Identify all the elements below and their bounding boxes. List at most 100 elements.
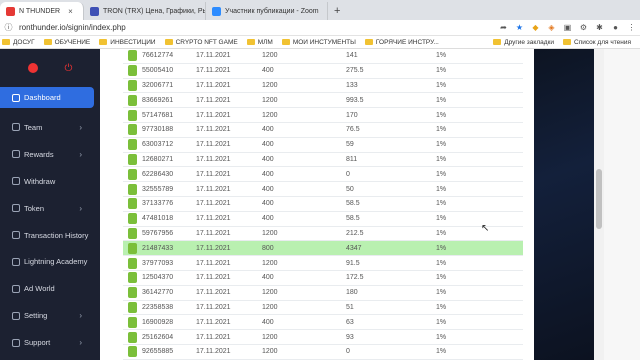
bookmark-folder[interactable]: ОБУЧЕНИЕ [43,39,90,46]
table-row: 83669261 17.11.2021 1200 993.5 1% [123,93,523,109]
transaction-amount: 1200 [262,96,278,104]
background-panel [534,49,594,360]
sidebar-item-dashboard[interactable]: Dashboard [0,87,94,108]
bookmark-folder[interactable]: Список для чтения [563,39,631,46]
browser-tab[interactable]: TRON (TRX) Цена, Графики, Ры...× [84,2,206,20]
extension-icon[interactable]: ⚙ [579,23,588,32]
transaction-id: 12680271 [142,155,174,163]
sidebar-item-lightning-academy[interactable]: Lightning Academy [0,248,100,275]
table-row: 37133776 17.11.2021 400 58.5 1% [123,197,523,212]
transaction-amount: 1200 [262,333,278,341]
close-icon[interactable]: × [68,7,73,16]
transaction-percent: 1% [436,155,447,163]
transaction-date: 17.11.2021 [196,81,231,89]
team-icon [12,123,20,132]
transaction-reward: 51 [346,303,354,311]
transaction-percent: 1% [436,244,447,252]
table-row: 97730188 17.11.2021 400 76.5 1% [123,123,523,138]
transaction-date: 17.11.2021 [196,126,231,134]
page-scrollbar[interactable] [594,49,604,360]
transaction-reward: 76.5 [346,126,360,134]
sidebar-item-token[interactable]: Token › [0,195,100,222]
sidebar-item-label: Dashboard [24,93,61,102]
transaction-reward: 993.5 [346,96,364,104]
sidebar-item-team[interactable]: Team › [0,114,100,141]
bookmark-folder[interactable]: CRYPTO NFT GAME [164,38,238,46]
info-icon[interactable]: ⓘ [4,22,13,33]
sidebar-item-support[interactable]: Support › [0,329,100,356]
transaction-date: 17.11.2021 [196,303,231,311]
level-badge-icon [128,124,137,136]
table-row: 21487433 17.11.2021 800 4347 1% [123,241,523,257]
bookmark-folder[interactable]: МОИ ИНСТУМЕНТЫ [281,39,356,46]
transaction-date: 17.11.2021 [196,96,231,104]
extension-icon[interactable]: ◆ [531,23,540,32]
sidebar: ⏻ Dashboard Team › Rewards › Withdraw Token › Tr… [0,49,100,360]
transaction-percent: 1% [436,274,447,282]
transaction-percent: 1% [436,303,447,311]
sidebar-item-rewards[interactable]: Rewards › [0,141,100,168]
transaction-reward: 91.5 [346,259,360,267]
bookmark-folder[interactable]: МЛМ [246,39,273,46]
transaction-percent: 1% [436,96,447,104]
transaction-percent: 1% [436,318,447,326]
extension-icon[interactable]: ▣ [563,23,572,32]
level-badge-icon [128,94,137,106]
transaction-reward: 141 [346,52,358,60]
sidebar-item-transaction-history[interactable]: Transaction History › [0,222,100,249]
sidebar-item-label: Team [24,122,43,132]
scrollbar-thumb[interactable] [596,169,602,229]
favicon-icon [90,6,99,16]
level-badge-icon [128,109,137,121]
browser-tab[interactable]: N THUNDER × [0,2,84,20]
transaction-percent: 1% [436,126,447,134]
bookmark-folder[interactable]: Другие закладки [493,39,554,46]
transaction-date: 17.11.2021 [196,141,231,149]
sidebar-item-label: Token [24,203,45,213]
share-icon[interactable]: ➦ [499,23,508,32]
new-tab-icon[interactable]: + [328,2,346,20]
sidebar-item-label: Rewards [24,149,54,159]
sidebar-item-setting[interactable]: Setting › [0,302,100,329]
level-badge-icon [128,272,137,284]
transaction-date: 17.11.2021 [196,259,231,267]
bookmark-folder[interactable]: ГОРЯЧИЕ ИНСТРУ... [364,39,439,46]
menu-icon[interactable]: ⋮ [627,23,636,32]
bookmark-folder[interactable]: ИНВЕСТИЦИИ [99,39,156,46]
transaction-id: 55005410 [142,67,174,75]
transactions-table: 76612774 17.11.2021 1200 141 1% 55005410 17.11… [123,49,523,360]
browser-tab[interactable]: Участник публикации - Zoom× [206,2,328,20]
tab-title: N THUNDER [19,7,61,15]
transaction-date: 17.11.2021 [196,333,231,341]
bookmark-label: ДОСУГ [13,38,35,46]
sidebar-item-ad-world[interactable]: Ad World [0,275,100,302]
transaction-date: 17.11.2021 [196,67,231,75]
transaction-id: 21487433 [142,244,174,252]
folder-icon [563,39,571,45]
transaction-reward: 58.5 [346,200,360,208]
power-icon[interactable]: ⏻ [65,63,73,74]
logo-icon [27,63,38,73]
level-badge-icon [128,301,137,313]
url-text[interactable]: ronthunder.io/signin/index.php [19,23,499,32]
puzzle-icon[interactable]: ✱ [595,23,604,32]
transaction-amount: 400 [262,185,274,193]
table-row: 25162604 17.11.2021 1200 93 1% [123,330,523,345]
sidebar-item-label: Withdraw [24,176,56,186]
transaction-date: 17.11.2021 [196,111,231,119]
profile-icon[interactable]: ● [611,23,620,32]
transaction-amount: 1200 [262,289,278,297]
star-icon[interactable]: ★ [515,23,524,32]
bookmark-label: CRYPTO NFT GAME [175,38,238,46]
chevron-right-icon: › [79,311,82,321]
transaction-amount: 400 [262,200,274,208]
extension-icon[interactable]: ◈ [547,23,556,32]
bookmark-folder[interactable]: ДОСУГ [2,39,35,46]
table-row: 59767956 17.11.2021 1200 212.5 1% [123,227,523,242]
transaction-id: 47481018 [142,215,174,223]
address-bar[interactable]: ⓘ ronthunder.io/signin/index.php ➦ ★ ◆ ◈… [0,20,640,36]
sidebar-item-withdraw[interactable]: Withdraw [0,168,100,195]
transaction-reward: 275.5 [346,67,364,75]
table-row: 63003712 17.11.2021 400 59 1% [123,138,523,153]
transaction-reward: 93 [346,333,354,341]
